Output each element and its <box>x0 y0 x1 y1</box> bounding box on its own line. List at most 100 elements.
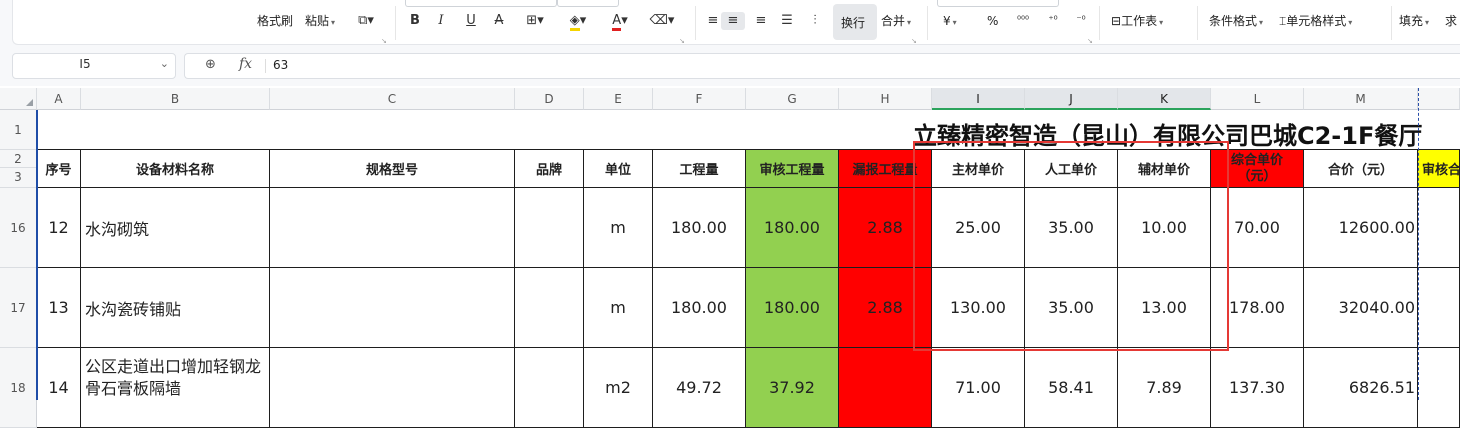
font-size-combo[interactable] <box>557 0 619 7</box>
column-header-g[interactable]: G <box>746 88 839 110</box>
strikethrough-icon[interactable]: A <box>491 12 507 30</box>
zoom-icon[interactable]: ⊕ <box>205 57 216 72</box>
column-header-d[interactable]: D <box>515 88 584 110</box>
header-spec[interactable]: 规格型号 <box>270 150 515 188</box>
increase-decimal-icon[interactable]: ⁺⁰ <box>1043 12 1063 30</box>
cell-total-18[interactable]: 6826.51 <box>1304 348 1418 428</box>
cell-combined-price-16[interactable]: 70.00 <box>1211 188 1304 268</box>
cell-unit-17[interactable]: m <box>584 268 653 348</box>
column-header-k[interactable]: K <box>1118 88 1211 110</box>
underline-icon[interactable]: U <box>463 12 479 30</box>
cell-unit-16[interactable]: m <box>584 188 653 268</box>
align-right-icon[interactable]: ≡ <box>753 12 769 30</box>
row-header-18[interactable]: 18 <box>0 348 37 428</box>
column-header-a[interactable]: A <box>37 88 81 110</box>
cell-audit-quantity-18[interactable]: 37.92 <box>746 348 839 428</box>
column-header-h[interactable]: H <box>839 88 932 110</box>
cell-spec-18[interactable] <box>270 348 515 428</box>
header-main-price[interactable]: 主材单价 <box>932 150 1025 188</box>
font-name-combo[interactable] <box>405 0 557 7</box>
cell-labor-price-16[interactable]: 35.00 <box>1025 188 1118 268</box>
eraser-icon[interactable]: ⌫▾ <box>645 12 679 30</box>
row-header-1[interactable]: 1 <box>0 110 37 150</box>
format-painter-button[interactable]: 格式刷 <box>257 12 293 30</box>
function-icon[interactable]: fx <box>239 56 252 72</box>
worksheet-button[interactable]: ⊟工作表 ▾ <box>1111 12 1163 30</box>
cell-total-16[interactable]: 12600.00 <box>1304 188 1418 268</box>
cell-spec-16[interactable] <box>270 188 515 268</box>
wrap-text-button[interactable]: 换行 <box>833 4 877 40</box>
column-header-c[interactable]: C <box>270 88 515 110</box>
cell-next-17[interactable] <box>1418 268 1460 348</box>
cell-missed-quantity-17[interactable]: 2.88 <box>839 268 932 348</box>
header-seq[interactable]: 序号 <box>37 150 81 188</box>
cell-labor-price-17[interactable]: 35.00 <box>1025 268 1118 348</box>
column-header-m[interactable]: M <box>1304 88 1418 110</box>
header-audit-partial[interactable]: 审核合 <box>1418 150 1460 188</box>
cell-labor-price-18[interactable]: 58.41 <box>1025 348 1118 428</box>
cell-name-18[interactable]: 公区走道出口增加轻钢龙骨石膏板隔墙 <box>81 348 270 428</box>
header-name[interactable]: 设备材料名称 <box>81 150 270 188</box>
distributed-align-icon[interactable]: ⫶ <box>807 12 823 30</box>
header-quantity[interactable]: 工程量 <box>653 150 746 188</box>
cell-quantity-17[interactable]: 180.00 <box>653 268 746 348</box>
column-header-f[interactable]: F <box>653 88 746 110</box>
cell-aux-price-16[interactable]: 10.00 <box>1118 188 1211 268</box>
cell-style-button[interactable]: ⌶单元格样式 ▾ <box>1279 12 1352 30</box>
column-header-i[interactable]: I <box>932 88 1025 110</box>
header-unit[interactable]: 单位 <box>584 150 653 188</box>
sum-button[interactable]: 求 <box>1445 12 1457 30</box>
cell-unit-18[interactable]: m2 <box>584 348 653 428</box>
cell-seq-17[interactable]: 13 <box>37 268 81 348</box>
column-header-next[interactable] <box>1418 88 1460 110</box>
header-labor-price[interactable]: 人工单价 <box>1025 150 1118 188</box>
select-all-corner[interactable] <box>0 88 37 110</box>
column-header-l[interactable]: L <box>1211 88 1304 110</box>
align-center-icon[interactable]: ≡ <box>721 12 745 30</box>
cell-total-17[interactable]: 32040.00 <box>1304 268 1418 348</box>
header-missed-quantity[interactable]: 漏报工程量 <box>839 150 932 188</box>
row-header-16[interactable]: 16 <box>0 188 37 268</box>
cell-brand-18[interactable] <box>515 348 584 428</box>
cell-brand-16[interactable] <box>515 188 584 268</box>
cell-main-price-18[interactable]: 71.00 <box>932 348 1025 428</box>
header-combined-price[interactable]: 综合单价 （元） <box>1211 150 1304 188</box>
cell-quantity-18[interactable]: 49.72 <box>653 348 746 428</box>
currency-button[interactable]: ¥ ▾ <box>943 12 957 30</box>
thousands-separator-icon[interactable]: ⁰⁰⁰ <box>1013 12 1033 30</box>
merge-button[interactable]: 合并 ▾ <box>881 12 911 30</box>
italic-icon[interactable]: I <box>433 12 449 30</box>
font-color-icon[interactable]: A▾ <box>603 12 637 31</box>
cell-next-16[interactable] <box>1418 188 1460 268</box>
column-header-b[interactable]: B <box>81 88 270 110</box>
cell-main-price-17[interactable]: 130.00 <box>932 268 1025 348</box>
paste-button[interactable]: 粘贴 ▾ <box>305 12 335 30</box>
cell-seq-16[interactable]: 12 <box>37 188 81 268</box>
chevron-down-icon[interactable]: ⌄ <box>160 57 169 70</box>
percent-button[interactable]: % <box>987 12 998 30</box>
cell-spec-17[interactable] <box>270 268 515 348</box>
cell-next-18[interactable] <box>1418 348 1460 428</box>
cell-audit-quantity-16[interactable]: 180.00 <box>746 188 839 268</box>
cell-combined-price-17[interactable]: 178.00 <box>1211 268 1304 348</box>
justify-icon[interactable]: ☰ <box>779 12 795 30</box>
cell-missed-quantity-18[interactable] <box>839 348 932 428</box>
column-header-j[interactable]: J <box>1025 88 1118 110</box>
header-brand[interactable]: 品牌 <box>515 150 584 188</box>
cell-combined-price-18[interactable]: 137.30 <box>1211 348 1304 428</box>
conditional-format-button[interactable]: 条件格式 ▾ <box>1209 12 1263 30</box>
title-cell[interactable]: 立臻精密智造（昆山）有限公司巴城C2-1F餐厅 <box>37 110 1460 150</box>
bold-icon[interactable]: B <box>407 12 423 30</box>
header-total[interactable]: 合价（元） <box>1304 150 1418 188</box>
align-left-icon[interactable]: ≡ <box>705 12 721 30</box>
cell-name-16[interactable]: 水沟砌筑 <box>81 188 270 268</box>
cell-main-price-16[interactable]: 25.00 <box>932 188 1025 268</box>
borders-icon[interactable]: ⊞▾ <box>519 12 551 30</box>
row-header-2[interactable]: 2 <box>0 150 37 168</box>
header-aux-price[interactable]: 辅材单价 <box>1118 150 1211 188</box>
cell-audit-quantity-17[interactable]: 180.00 <box>746 268 839 348</box>
copy-icon[interactable]: ⧉▾ <box>352 12 380 30</box>
row-header-17[interactable]: 17 <box>0 268 37 348</box>
cell-missed-quantity-16[interactable]: 2.88 <box>839 188 932 268</box>
cell-quantity-16[interactable]: 180.00 <box>653 188 746 268</box>
